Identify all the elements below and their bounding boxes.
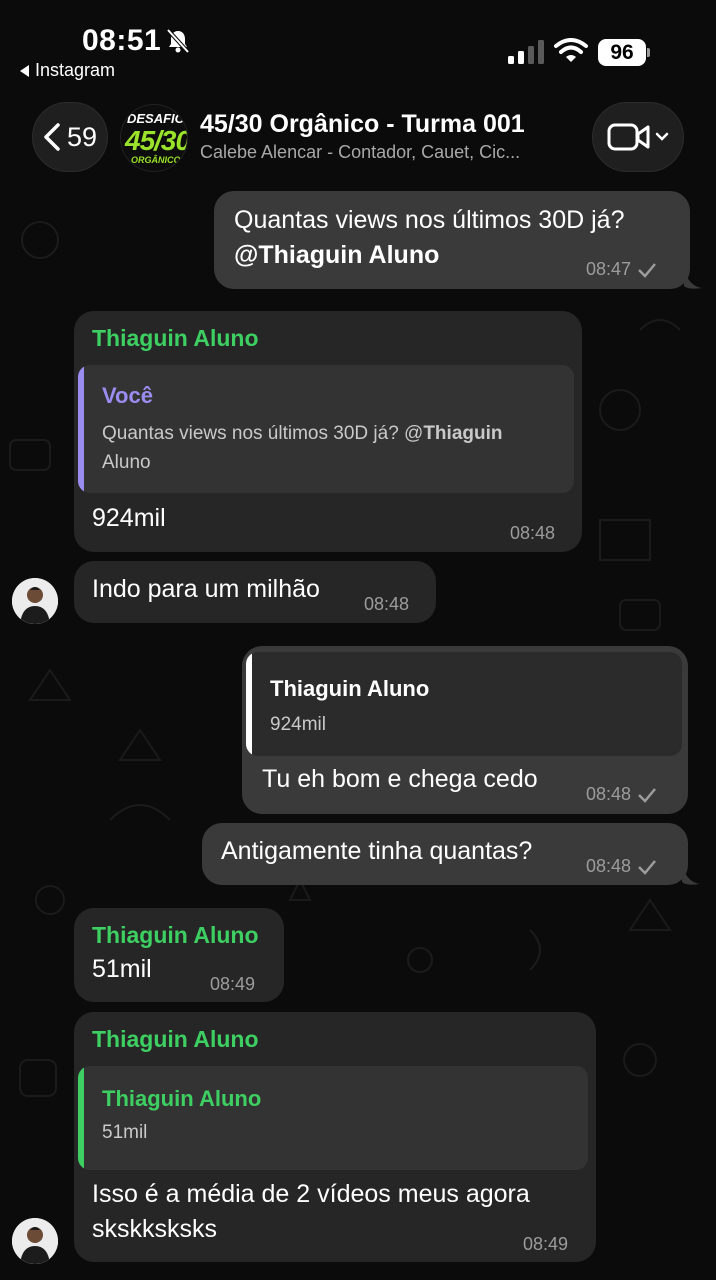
message-text: Antigamente tinha quantas? [221, 837, 533, 865]
battery-tip [647, 48, 650, 57]
message-bubble-incoming[interactable]: Indo para um milhão 08:48 [74, 561, 436, 623]
quote-sender: Você [102, 383, 153, 408]
sender-avatar[interactable] [12, 1218, 58, 1264]
message-time: 08:47 [586, 259, 632, 279]
quote-sender: Thiaguin Aluno [102, 1086, 262, 1111]
reply-quote[interactable]: Você Quantas views nos últimos 30D já? @… [78, 365, 574, 493]
avatar-logo-text-1: DESAFIO [127, 111, 185, 126]
message-time: 08:48 [586, 784, 632, 804]
group-title[interactable]: 45/30 Orgânico - Turma 001 [200, 110, 525, 139]
back-app-label: Instagram [35, 60, 116, 80]
message-bubble-outgoing[interactable]: Antigamente tinha quantas? 08:48 [202, 823, 688, 885]
message-bubble-outgoing[interactable]: Quantas views nos últimos 30D já? @Thiag… [214, 191, 690, 289]
message-time: 08:48 [510, 523, 556, 543]
message-time: 08:49 [523, 1234, 569, 1254]
avatar-logo-text-2: 45/30 [125, 125, 188, 156]
chevron-left-icon [44, 123, 60, 151]
signal-icon [508, 40, 544, 64]
message-bubble-outgoing[interactable]: Thiaguin Aluno 924mil Tu eh bom e chega … [242, 646, 688, 814]
sender-name[interactable]: Thiaguin Aluno [92, 325, 259, 352]
person-photo [12, 1218, 58, 1264]
group-members[interactable]: Calebe Alencar - Contador, Cauet, Cic... [200, 142, 520, 163]
video-camera-icon [607, 123, 650, 151]
message-text: Isso é a média de 2 vídeos meus agora sk… [92, 1180, 530, 1243]
message-text: Indo para um milhão [92, 575, 320, 603]
avatar-logo-text-3: ORGÂNICO [131, 155, 181, 165]
back-triangle-icon [20, 64, 29, 77]
bell-slash-icon [166, 28, 190, 54]
reply-quote[interactable]: Thiaguin Aluno 51mil [78, 1066, 588, 1170]
chat-header: 59 DESAFIO 45/30 ORGÂNICO 45/30 Orgânico… [0, 92, 716, 190]
quote-accent-bar [78, 365, 84, 493]
back-button[interactable]: 59 [32, 102, 108, 172]
status-time: 08:51 [82, 24, 162, 57]
message-text: 51mil [92, 955, 152, 983]
message-time: 08:48 [364, 594, 410, 614]
checkmark-icon [638, 787, 657, 803]
quote-sender: Thiaguin Aluno [270, 676, 430, 701]
checkmark-icon [638, 859, 657, 875]
quote-text: 924mil [270, 714, 326, 735]
battery-level: 96 [598, 39, 646, 66]
video-call-button[interactable] [592, 102, 684, 172]
message-text: Tu eh bom e chega cedo [262, 765, 538, 793]
message-meta: 08:48 [586, 784, 657, 805]
chevron-down-icon [655, 132, 669, 141]
battery-icon: 96 [598, 39, 650, 66]
quote-accent-bar [246, 652, 252, 756]
message-meta: 08:48 [586, 856, 657, 877]
message-text: Quantas views nos últimos 30D já? @Thiag… [234, 206, 625, 269]
mention[interactable]: @Thiaguin Aluno [234, 241, 439, 269]
wifi-icon [554, 38, 588, 62]
group-avatar[interactable]: DESAFIO 45/30 ORGÂNICO [120, 104, 188, 172]
message-meta: 08:47 [586, 259, 657, 280]
message-time: 08:49 [210, 974, 256, 994]
sender-name[interactable]: Thiaguin Aluno [92, 922, 259, 949]
message-time: 08:48 [586, 856, 632, 876]
quote-text: 51mil [102, 1122, 148, 1143]
reply-quote[interactable]: Thiaguin Aluno 924mil [246, 652, 682, 756]
status-bar: 08:51 Instagram 96 [0, 0, 716, 92]
quote-text: Quantas views nos últimos 30D já? @Thiag… [102, 423, 503, 473]
unread-count: 59 [66, 121, 98, 152]
sender-avatar[interactable] [12, 578, 58, 624]
quote-accent-bar [78, 1066, 84, 1170]
message-bubble-incoming[interactable]: Thiaguin Aluno Você Quantas views nos úl… [74, 311, 582, 552]
person-photo [12, 578, 58, 624]
bubble-tail [684, 268, 702, 289]
message-bubble-incoming[interactable]: Thiaguin Aluno 51mil 08:49 [74, 908, 284, 1002]
sender-name[interactable]: Thiaguin Aluno [92, 1026, 259, 1053]
checkmark-icon [638, 262, 657, 278]
message-text: 924mil [92, 504, 166, 532]
message-bubble-incoming[interactable]: Thiaguin Aluno Thiaguin Aluno 51mil Isso… [74, 1012, 596, 1262]
bubble-tail [682, 864, 700, 885]
back-to-app-link[interactable]: Instagram [20, 60, 115, 81]
